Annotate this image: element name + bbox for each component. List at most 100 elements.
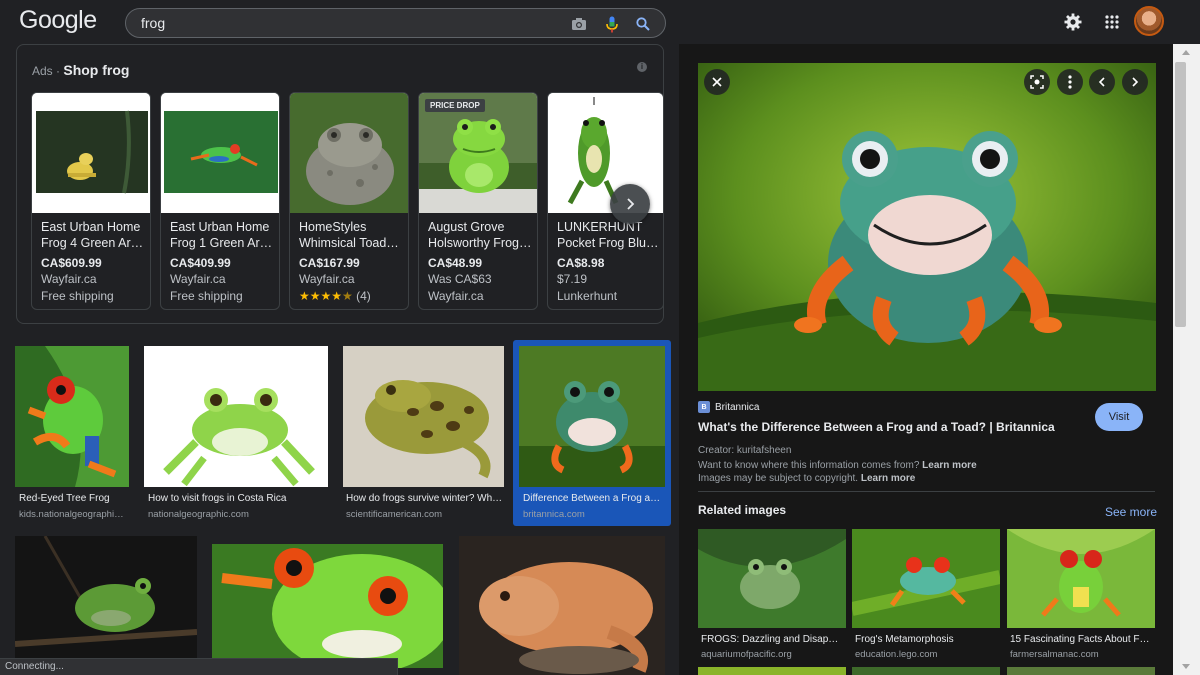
product-name: East Urban HomeFrog 4 Green Area… [41,220,145,250]
product-image: PRICE DROP [419,93,537,213]
result-image[interactable] [519,346,665,487]
related-caption[interactable]: 15 Fascinating Facts About Fro… [1010,634,1152,645]
chevron-right-icon [1132,77,1139,87]
product-price: CA$609.99 [41,256,102,270]
account-avatar[interactable] [1134,6,1164,36]
related-image[interactable] [852,529,1000,628]
related-source: education.lego.com [855,649,938,660]
close-icon [712,77,722,87]
result-image[interactable] [212,544,443,668]
preview-image[interactable] [698,63,1156,391]
preview-title[interactable]: What's the Difference Between a Frog and… [698,420,1055,434]
result-source: nationalgeographic.com [148,509,249,520]
product-card[interactable]: East Urban HomeFrog 1 Green Area… CA$409… [160,92,280,310]
result-source: kids.nationalgeographic… [19,509,127,520]
product-price: CA$48.99 [428,256,483,270]
settings-icon[interactable] [1061,10,1085,34]
result-caption[interactable]: Red-Eyed Tree Frog [19,493,131,504]
lens-button[interactable] [1024,69,1050,95]
product-image [290,93,408,213]
britannica-logo-icon: B [698,401,710,413]
product-image [32,93,150,213]
product-price: CA$8.98 [557,256,605,270]
more-options-button[interactable] [1057,69,1083,95]
related-caption[interactable]: Frog's Metamorphosis [855,634,997,645]
search-icon[interactable] [633,14,653,34]
close-button[interactable] [704,69,730,95]
product-name: East Urban HomeFrog 1 Green Area… [170,220,274,250]
scroll-down-arrow-icon[interactable] [1182,664,1190,669]
product-store: Lunkerhunt [557,289,618,303]
chevron-left-icon [1098,77,1105,87]
status-bar: Connecting... [0,658,398,675]
product-name: LUNKERHUNT Pocket Frog Blue… [557,220,661,250]
copyright-text: Images may be subject to copyright. Lear… [698,473,916,484]
product-rating: ★★★★★ (4) [299,289,371,303]
product-price: CA$409.99 [170,256,231,270]
result-image[interactable] [144,346,328,487]
info-source-text: Want to know where this information come… [698,460,977,471]
creator-text: Creator: kuritafsheen [698,445,792,456]
learn-more-link-2[interactable]: Learn more [861,473,915,484]
more-vert-icon [1068,75,1072,89]
product-shipping: Free shipping [41,289,114,303]
previous-button[interactable] [1089,69,1115,95]
related-caption[interactable]: FROGS: Dazzling and Disappea… [701,634,843,645]
product-card[interactable]: HomeStyles Whimsical Toad… CA$167.99 Wayf… [289,92,409,310]
next-button[interactable] [1122,69,1148,95]
visit-button[interactable]: Visit [1095,403,1143,431]
product-store: Wayfair.ca [299,272,355,286]
see-more-link[interactable]: See more [1105,505,1157,519]
chevron-right-icon [627,198,635,210]
result-image[interactable] [15,346,129,487]
related-image[interactable] [1007,667,1155,675]
product-old-price: Was CA$63 [428,272,492,286]
result-source: scientificamerican.com [346,509,443,520]
shopping-ads: Ads · Shop frog i East Urban Home Frog 4 … [16,44,664,324]
result-caption[interactable]: How to visit frogs in Costa Rica [148,493,326,504]
related-images-title: Related images [698,503,787,517]
camera-icon[interactable] [569,14,589,34]
scroll-up-arrow-icon[interactable] [1182,50,1190,55]
search-box[interactable] [125,8,666,38]
product-card[interactable]: PRICE DROP August Grove Holsworthy Frog… … [418,92,538,310]
mic-icon[interactable] [602,14,622,34]
result-image[interactable] [459,536,665,675]
product-store: Wayfair.ca [170,272,226,286]
product-card[interactable]: East Urban HomeFrog 4 Green Area… CA$609… [31,92,151,310]
ads-header: Ads · Shop frog [32,62,130,78]
product-shipping: Free shipping [170,289,243,303]
related-image[interactable] [1007,529,1155,628]
results-column: Ads · Shop frog i East Urban Home Frog 4 … [0,44,679,675]
result-caption[interactable]: How do frogs survive winter? Why … [346,493,504,504]
result-caption[interactable]: Difference Between a Frog an… [523,493,663,504]
header: Google [0,0,1200,44]
product-store: Wayfair.ca [41,272,97,286]
scrollbar[interactable] [1173,44,1200,675]
info-icon[interactable]: i [637,62,647,72]
apps-icon[interactable] [1100,10,1124,34]
source-row[interactable]: B Britannica [698,401,759,413]
ads-title: Shop frog [63,62,130,78]
product-store: Wayfair.ca [428,289,484,303]
product-name: August Grove Holsworthy Frog… [428,220,532,250]
result-image[interactable] [15,536,197,675]
scrollbar-thumb[interactable] [1175,62,1186,327]
carousel-next-button[interactable] [610,184,650,224]
result-image[interactable] [343,346,504,487]
related-source: aquariumofpacific.org [701,649,792,660]
related-image[interactable] [852,667,1000,675]
related-source: farmersalmanac.com [1010,649,1099,660]
related-image[interactable] [698,667,846,675]
product-sale-price: $7.19 [557,272,588,286]
google-logo[interactable]: Google [19,6,97,35]
related-image[interactable] [698,529,846,628]
search-input[interactable] [141,13,561,33]
source-name[interactable]: Britannica [715,402,759,413]
learn-more-link[interactable]: Learn more [922,460,976,471]
product-price: CA$167.99 [299,256,360,270]
result-source: britannica.com [523,509,585,520]
product-image [161,93,279,213]
ads-label: Ads [32,64,53,78]
price-drop-badge: PRICE DROP [425,99,485,112]
